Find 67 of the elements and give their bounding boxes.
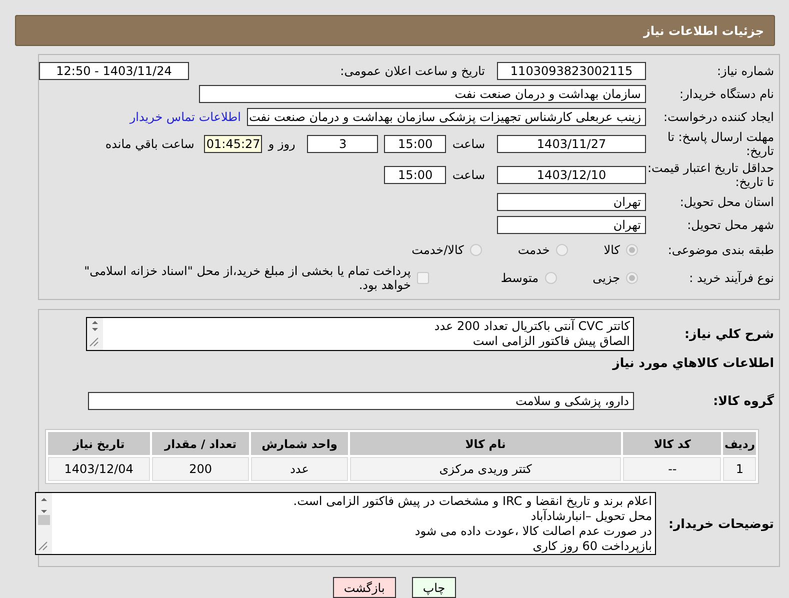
text-field[interactable]: 15:00 bbox=[384, 166, 446, 184]
field-label: شماره نیاز: bbox=[716, 64, 775, 78]
radio-button[interactable] bbox=[470, 244, 482, 256]
text-field[interactable]: 3 bbox=[307, 135, 378, 153]
column-header: تعداد / مقدار bbox=[152, 432, 250, 455]
contact-link[interactable]: اطلاعات تماس خریدار bbox=[130, 110, 241, 124]
field-label: توضیحات خریدار: bbox=[667, 516, 775, 530]
text-field[interactable]: 1103093823002115 bbox=[497, 62, 646, 80]
option-label: متوسط bbox=[500, 271, 539, 285]
option-label: خدمت bbox=[518, 243, 550, 257]
table-cell: کتتر وریدی مرکزی bbox=[350, 457, 622, 481]
text-field[interactable]: 15:00 bbox=[384, 135, 446, 153]
payment-note: پرداخت تمام یا بخشی از مبلغ خرید،از محل "اسناد خزانه اسلامی" خواهد بود. bbox=[83, 264, 411, 292]
text-line: در صورت عدم اصالت کالا ،عودت داده می شود bbox=[414, 524, 652, 539]
text-line: اعلام برند و تاریخ انقضا و IRC و مشخصات در پیش فاکتور الزامی است. bbox=[292, 494, 652, 509]
table-cell: عدد bbox=[251, 457, 348, 481]
option-label: کالا/خدمت bbox=[412, 243, 464, 257]
field-label: حداقل تاریخ اعتبار قیمت: تا تاریخ: bbox=[646, 161, 775, 189]
field-label: ساعت bbox=[452, 137, 485, 151]
text-line: الصاق پیش فاکتور الزامی است bbox=[472, 334, 630, 349]
field-label: شرح کلي نياز: bbox=[684, 327, 775, 341]
text-line: محل تحویل –انبارشادآباد bbox=[530, 509, 652, 524]
field-label: روز و bbox=[268, 137, 296, 151]
text-field[interactable]: سازمان بهداشت و درمان صنعت نفت bbox=[199, 85, 646, 103]
text-field[interactable]: 1403/11/27 bbox=[497, 135, 646, 153]
text-field[interactable]: تهران bbox=[497, 216, 646, 234]
field-label: طبقه بندی موضوعی: bbox=[666, 243, 775, 257]
print-button[interactable]: چاپ bbox=[412, 577, 456, 598]
field-label: استان محل تحویل: bbox=[678, 195, 775, 209]
text-line: کاتتر CVC آنتی باکتریال تعداد 200 عدد bbox=[433, 319, 630, 334]
radio-button[interactable] bbox=[544, 272, 557, 284]
text-line: بازپرداخت 60 روز کاری bbox=[532, 539, 652, 554]
column-header: واحد شمارش bbox=[251, 432, 348, 455]
radio-button[interactable] bbox=[626, 272, 638, 284]
text-field[interactable]: 01:45:27 bbox=[204, 135, 262, 153]
section-title: اطلاعات کالاهاي مورد نياز bbox=[612, 356, 775, 370]
column-header: تاریخ نیاز bbox=[48, 432, 150, 455]
back-button[interactable]: بازگشت bbox=[332, 577, 396, 598]
text-field[interactable]: 1403/12/10 bbox=[497, 166, 646, 184]
radio-button[interactable] bbox=[626, 244, 638, 256]
table-cell: 1403/12/04 bbox=[48, 457, 150, 481]
field-label: تاریخ و ساعت اعلان عمومی: bbox=[340, 64, 485, 78]
radio-button[interactable] bbox=[556, 244, 568, 256]
page-title: جزئیات اطلاعات نیاز bbox=[643, 24, 764, 38]
notes-box[interactable]: اعلام برند و تاریخ انقضا و IRC و مشخصات در پیش فاکتور الزامی است. محل تحویل –انبارشادآباد در صورت عدم اصالت کالا ،عودت داده می شود بازپرداخت 60 روز کاری bbox=[35, 492, 656, 555]
field-label: نوع فرآیند خرید : bbox=[688, 271, 775, 285]
column-header: ردیف bbox=[723, 432, 756, 455]
field-label: ساعت bbox=[452, 168, 485, 182]
field-label: شهر محل تحویل: bbox=[686, 218, 775, 232]
field-label: نام دستگاه خریدار: bbox=[678, 87, 775, 101]
table-cell: 200 bbox=[152, 457, 250, 481]
checkbox[interactable] bbox=[416, 272, 429, 284]
field-label: ایجاد کننده درخواست: bbox=[662, 110, 775, 124]
table-cell: 1 bbox=[723, 457, 756, 481]
field-label: مهلت ارسال پاسخ: تا تاریخ: bbox=[666, 130, 775, 158]
table-cell: -- bbox=[623, 457, 722, 481]
column-header: نام کالا bbox=[350, 432, 622, 455]
field-label: گروه کالا: bbox=[712, 394, 775, 408]
text-field[interactable]: دارو، پزشکی و سلامت bbox=[88, 392, 634, 410]
description-box[interactable]: کاتتر CVC آنتی باکتریال تعداد 200 عدد الصاق پیش فاکتور الزامی است bbox=[86, 317, 634, 351]
field-label: ساعت باقي مانده bbox=[105, 137, 194, 151]
column-header: کد کالا bbox=[623, 432, 722, 455]
option-label: کالا bbox=[604, 243, 620, 257]
text-field[interactable]: تهران bbox=[497, 193, 646, 211]
text-field[interactable]: 1403/11/24 - 12:50 bbox=[39, 62, 189, 80]
option-label: جزیی bbox=[592, 271, 620, 285]
text-field[interactable]: زینب عربعلی کارشناس تجهیزات پزشکی سازمان بهداشت و درمان صنعت نفت bbox=[247, 108, 646, 126]
